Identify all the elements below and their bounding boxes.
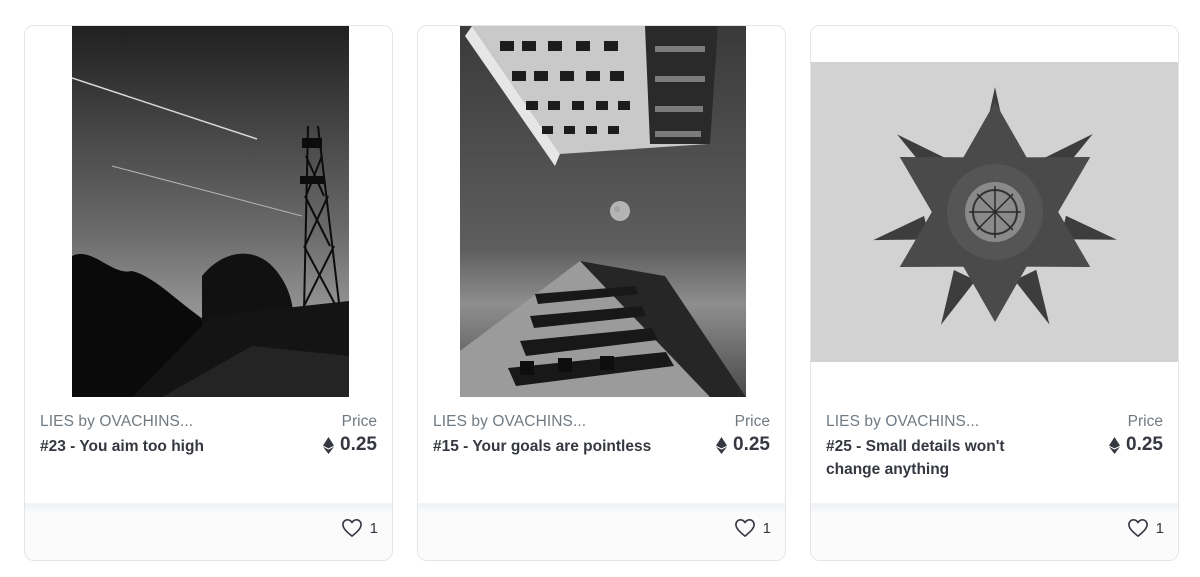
price-label: Price: [1127, 413, 1163, 430]
card-footer: 1: [811, 503, 1178, 560]
collection-name[interactable]: LIES by OVACHINS...: [433, 413, 653, 431]
favorite-count: 1: [762, 519, 771, 537]
heart-icon: [341, 519, 362, 537]
price-label: Price: [734, 413, 770, 430]
price-value: 0.25: [733, 434, 770, 455]
favorite-count: 1: [1155, 519, 1164, 537]
nft-title[interactable]: #15 - Your goals are pointless: [433, 435, 653, 458]
nft-image[interactable]: [25, 26, 392, 397]
nft-card[interactable]: LIES by OVACHINS... #23 - You aim too hi…: [24, 25, 393, 561]
favorite-count: 1: [369, 519, 378, 537]
nft-card[interactable]: LIES by OVACHINS... #15 - Your goals are…: [417, 25, 786, 561]
ethereum-icon: [1109, 436, 1121, 454]
price-value: 0.25: [1126, 434, 1163, 455]
heart-icon: [1127, 519, 1148, 537]
heart-icon: [734, 519, 755, 537]
nft-title[interactable]: #23 - You aim too high: [40, 435, 260, 458]
collection-name[interactable]: LIES by OVACHINS...: [826, 413, 1046, 431]
card-footer: 1: [418, 503, 785, 560]
price-label: Price: [341, 413, 377, 430]
favorite-button[interactable]: 1: [341, 518, 378, 538]
price-value: 0.25: [340, 434, 377, 455]
nft-title[interactable]: #25 - Small details won't change anythin…: [826, 435, 1046, 481]
favorite-button[interactable]: 1: [1127, 518, 1164, 538]
nft-image[interactable]: [418, 26, 785, 397]
favorite-button[interactable]: 1: [734, 518, 771, 538]
ethereum-icon: [716, 436, 728, 454]
nft-image[interactable]: [811, 26, 1178, 397]
collection-name[interactable]: LIES by OVACHINS...: [40, 413, 260, 431]
nft-card[interactable]: LIES by OVACHINS... #25 - Small details …: [810, 25, 1179, 561]
card-footer: 1: [25, 503, 392, 560]
ethereum-icon: [323, 436, 335, 454]
